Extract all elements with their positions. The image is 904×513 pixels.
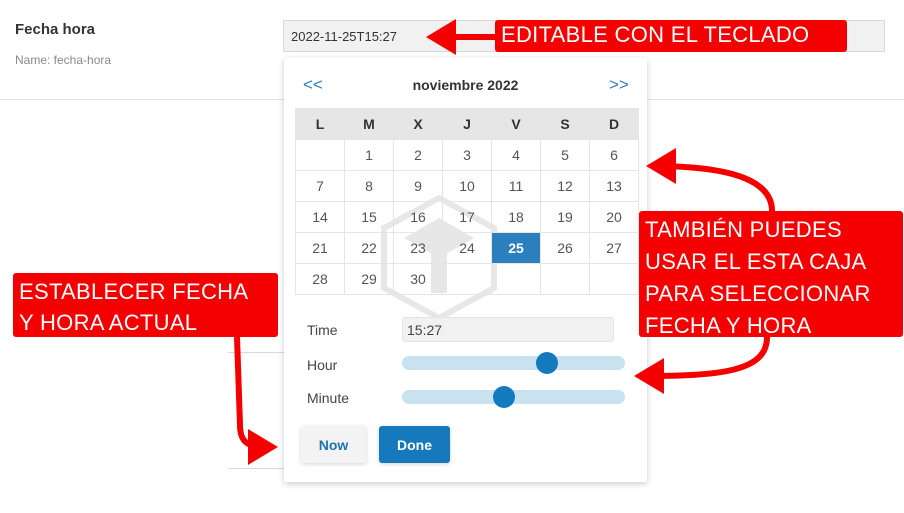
arrow-to-sliders xyxy=(634,336,770,394)
annotation-callout-box: TAMBIÉN PUEDES USAR EL ESTA CAJA PARA SE… xyxy=(639,211,903,338)
annotation-box-text: TAMBIÉN PUEDES USAR EL ESTA CAJA PARA SE… xyxy=(645,217,871,338)
arrow-to-now xyxy=(234,336,278,465)
annotation-callout-editable: EDITABLE CON EL TECLADO xyxy=(495,20,847,52)
annotation-callout-now: ESTABLECER FECHA Y HORA ACTUAL xyxy=(13,273,278,337)
annotation-now-text: ESTABLECER FECHA Y HORA ACTUAL xyxy=(19,279,249,335)
annotation-editable-text: EDITABLE CON EL TECLADO xyxy=(501,22,810,47)
arrow-to-calendar xyxy=(646,148,775,212)
